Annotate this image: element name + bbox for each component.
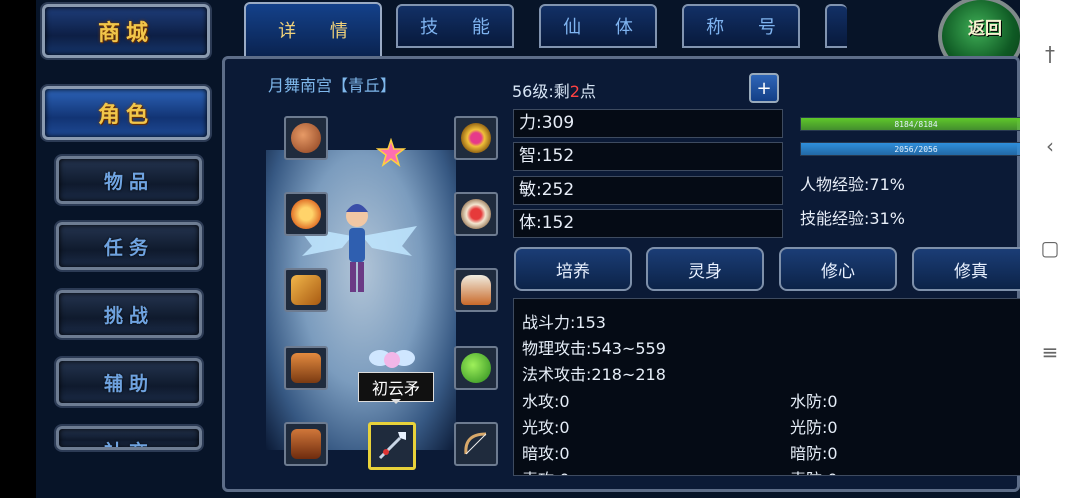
skill-exp: 技能经验:31% <box>800 209 905 228</box>
shoulder-slot[interactable] <box>284 268 328 312</box>
items-button[interactable]: 物品 <box>56 156 202 204</box>
challenge-button[interactable]: 挑战 <box>56 290 202 338</box>
game-screen: 商城 角色 物品 任务 挑战 辅助 社交 详 情 技 能 仙 体 称 号 返回 … <box>36 0 1020 498</box>
tab-titles[interactable]: 称 号 <box>682 4 800 48</box>
quests-label: 任务 <box>103 236 154 259</box>
belt-icon <box>291 353 321 383</box>
weapon-tooltip: 初云矛 <box>358 372 434 404</box>
dark-defense: 暗防:0 <box>790 444 838 463</box>
bow-icon <box>464 432 487 455</box>
challenge-label: 挑战 <box>103 304 154 327</box>
necklace-slot[interactable] <box>454 116 498 160</box>
hp-bar: 8184/8184 <box>800 117 1020 131</box>
star-icon <box>376 138 406 167</box>
level-suffix: 点 <box>579 82 596 101</box>
tab-immortal-body-label: 仙 体 <box>563 17 647 38</box>
add-points-button[interactable]: + <box>749 73 779 103</box>
role-label: 角色 <box>97 103 154 128</box>
tab-skills[interactable]: 技 能 <box>396 4 514 48</box>
close-label: 返回 <box>968 19 1002 39</box>
weapon-slot[interactable] <box>368 422 416 470</box>
home-icon[interactable]: ▢ <box>1038 236 1062 260</box>
necklace-icon <box>461 123 491 153</box>
character-exp: 人物经验:71% <box>800 175 905 194</box>
tab-more[interactable] <box>825 4 847 48</box>
system-nav-bar: † ‹ ▢ ≡ <box>1020 0 1080 498</box>
offhand-slot[interactable] <box>454 422 498 466</box>
helmet-slot[interactable] <box>284 116 328 160</box>
back-icon[interactable]: ‹ <box>1038 134 1062 158</box>
remaining-points: 2 <box>569 82 580 101</box>
accessibility-icon[interactable]: † <box>1038 42 1062 66</box>
intelligence-stat: 智:152 <box>513 142 783 171</box>
items-label: 物品 <box>103 170 154 193</box>
tab-immortal-body[interactable]: 仙 体 <box>539 4 657 48</box>
physical-attack: 物理攻击:543~559 <box>522 339 666 358</box>
social-button[interactable]: 社交 <box>56 426 202 450</box>
water-attack: 水攻:0 <box>522 392 570 411</box>
assist-label: 辅助 <box>103 372 154 395</box>
ring-icon <box>461 199 491 229</box>
recents-icon[interactable]: ≡ <box>1038 340 1062 364</box>
amulet-slot[interactable] <box>284 192 328 236</box>
mp-value: 2056/2056 <box>894 145 938 154</box>
character-name: 月舞南宫【青丘】 <box>267 76 396 95</box>
combat-power: 战斗力:153 <box>522 313 606 332</box>
ring-slot[interactable] <box>454 192 498 236</box>
light-defense: 光防:0 <box>790 418 838 437</box>
dark-attack: 暗攻:0 <box>522 444 570 463</box>
level-points: 56级:剩2点 <box>512 78 596 102</box>
cape-slot[interactable] <box>454 268 498 312</box>
social-label: 社交 <box>104 437 154 447</box>
poison-attack: 毒攻:0 <box>522 466 570 475</box>
poison-defense: 毒防:0 <box>790 466 838 475</box>
cultivate-mind-button[interactable]: 修心 <box>779 247 897 291</box>
pet-wings-icon <box>369 350 415 368</box>
mp-bar: 2056/2056 <box>800 142 1020 156</box>
light-attack: 光攻:0 <box>522 418 570 437</box>
cape-icon <box>461 275 491 305</box>
spear-icon <box>378 432 406 460</box>
shoulder-armor-icon <box>291 275 321 305</box>
tab-details[interactable]: 详 情 <box>244 2 382 58</box>
level-prefix: 56级:剩 <box>512 82 570 101</box>
pouch-slot[interactable] <box>454 346 498 390</box>
water-defense: 水防:0 <box>790 392 838 411</box>
tab-titles-label: 称 号 <box>706 17 790 38</box>
gourd-icon <box>461 353 491 383</box>
boots-icon <box>291 429 321 459</box>
constitution-stat: 体:152 <box>513 209 783 238</box>
strength-stat: 力:309 <box>513 109 783 138</box>
belt-slot[interactable] <box>284 346 328 390</box>
attribute-details[interactable]: 战斗力:153 物理攻击:543~559 法术攻击:218~218 水攻:0 水… <box>513 298 1020 476</box>
flower-amulet-icon <box>291 199 321 229</box>
hp-value: 8184/8184 <box>894 120 938 129</box>
role-button[interactable]: 角色 <box>42 86 210 140</box>
spirit-body-button[interactable]: 灵身 <box>646 247 764 291</box>
assist-button[interactable]: 辅助 <box>56 358 202 406</box>
shop-label: 商城 <box>97 21 154 46</box>
tab-details-label: 详 情 <box>278 21 362 42</box>
quests-button[interactable]: 任务 <box>56 222 202 270</box>
cultivate-truth-button[interactable]: 修真 <box>912 247 1020 291</box>
shop-button[interactable]: 商城 <box>42 4 210 58</box>
magic-attack: 法术攻击:218~218 <box>522 365 666 384</box>
boots-slot[interactable] <box>284 422 328 466</box>
tab-skills-label: 技 能 <box>420 17 504 38</box>
helmet-icon <box>291 123 321 153</box>
train-button[interactable]: 培养 <box>514 247 632 291</box>
agility-stat: 敏:252 <box>513 176 783 205</box>
